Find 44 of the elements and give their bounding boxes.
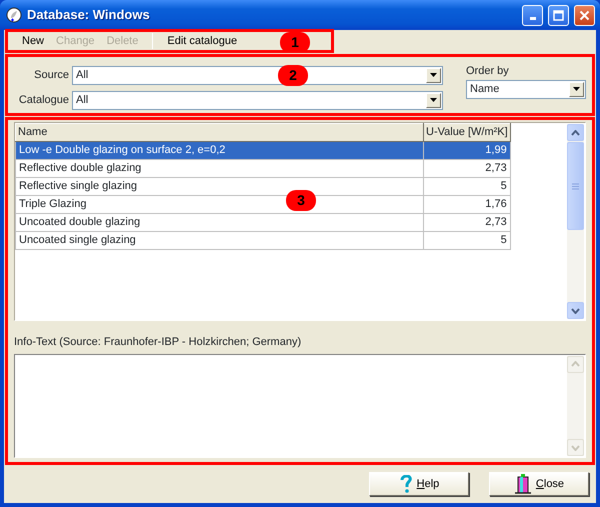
door-icon xyxy=(514,474,532,494)
table-cell[interactable]: Uncoated single glazing xyxy=(16,232,424,250)
callout-badge: 1 xyxy=(280,32,310,53)
table-cell[interactable]: 5 xyxy=(424,232,510,250)
table-cell[interactable]: 2,73 xyxy=(424,214,510,232)
table-cell[interactable]: Low -e Double glazing on surface 2, e=0,2 xyxy=(16,142,424,160)
catalogue-label: Catalogue xyxy=(18,92,69,108)
vertical-scrollbar[interactable] xyxy=(567,124,584,319)
scroll-down-icon xyxy=(571,308,580,314)
table-cell[interactable]: 2,73 xyxy=(424,160,510,178)
order-by-label: Order by xyxy=(466,64,510,79)
order-by-dropdown[interactable]: Name xyxy=(466,80,586,98)
toolbar-button[interactable]: New xyxy=(16,32,50,50)
toolbar-button[interactable]: Edit catalogue xyxy=(161,32,244,50)
table-cell[interactable]: Uncoated double glazing xyxy=(16,214,424,232)
scroll-up-icon xyxy=(571,361,580,367)
scroll-down-icon xyxy=(571,444,580,450)
dropdown-arrow-icon xyxy=(572,86,581,92)
callout-badge: 2 xyxy=(278,65,308,86)
source-label: Source xyxy=(33,68,69,83)
minimize-button[interactable] xyxy=(522,4,543,26)
app-icon xyxy=(6,7,22,23)
help-button[interactable]: Help xyxy=(369,472,469,496)
table-cell[interactable]: 1,76 xyxy=(424,196,510,214)
scrollbar-thumb[interactable] xyxy=(567,142,584,230)
maximize-icon xyxy=(553,10,564,20)
info-text-label: Info-Text (Source: Fraunhofer-IBP - Holzkirchen; Germany) xyxy=(14,335,302,350)
dropdown-arrow-icon xyxy=(429,97,438,103)
catalogue-dropdown[interactable]: All xyxy=(72,90,443,110)
close-icon xyxy=(579,10,590,20)
close-button[interactable] xyxy=(574,4,595,26)
column-header[interactable]: U-Value [W/m²K] xyxy=(424,124,510,142)
minimize-icon xyxy=(530,16,536,20)
table-cell[interactable]: 5 xyxy=(424,178,510,196)
help-icon xyxy=(398,475,413,493)
maximize-button[interactable] xyxy=(548,4,569,26)
table-cell[interactable]: Reflective double glazing xyxy=(16,160,424,178)
dropdown-arrow-icon xyxy=(429,72,438,78)
window-title: Database: Windows xyxy=(27,6,151,24)
column-header[interactable]: Name xyxy=(16,124,424,142)
scroll-up-icon xyxy=(571,130,580,136)
close-button[interactable]: Close xyxy=(489,472,589,496)
table-cell[interactable]: 1,99 xyxy=(424,142,510,160)
grip-icon xyxy=(572,182,579,190)
